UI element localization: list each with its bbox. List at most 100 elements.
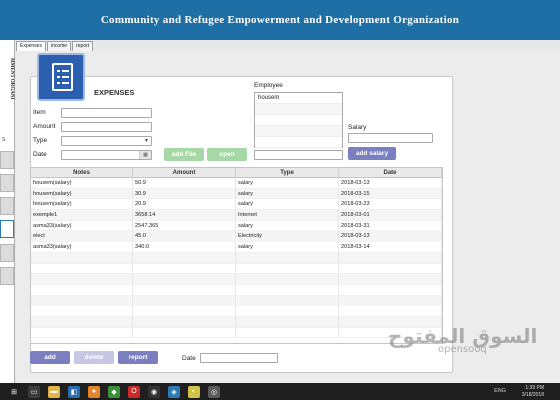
column-header-date[interactable]: Date bbox=[339, 168, 442, 177]
cell-amount bbox=[133, 263, 236, 274]
expenses-table: Notes Amount Type Date housem(salary) 50.… bbox=[30, 167, 443, 344]
table-row[interactable]: asma33(salary) 2547.365 salary 2018-03-31 bbox=[31, 220, 442, 232]
cell-notes bbox=[31, 274, 133, 284]
sidebar-button-6[interactable] bbox=[0, 267, 14, 285]
sidebar-button-3[interactable] bbox=[0, 197, 14, 215]
column-header-amount[interactable]: Amount bbox=[133, 168, 236, 177]
cell-notes bbox=[31, 316, 133, 327]
cell-notes: asma33(salary) bbox=[31, 242, 133, 252]
employee-search-input[interactable] bbox=[254, 150, 343, 160]
table-row[interactable] bbox=[31, 274, 442, 285]
table-row[interactable] bbox=[31, 316, 442, 328]
sidebar-button-4[interactable] bbox=[0, 220, 14, 238]
store-icon[interactable]: ◧ bbox=[68, 385, 80, 398]
table-row[interactable] bbox=[31, 263, 442, 275]
tab-expenses[interactable]: Expenses bbox=[16, 41, 46, 51]
app-icon-dark[interactable]: ◉ bbox=[148, 385, 160, 398]
salary-input[interactable] bbox=[348, 133, 433, 143]
amount-label: Amount bbox=[33, 123, 56, 130]
cell-notes bbox=[31, 263, 133, 274]
app-icon-green[interactable]: ◆ bbox=[108, 385, 120, 398]
cell-type: Internet bbox=[236, 210, 339, 220]
cell-type bbox=[236, 295, 339, 306]
sidebar-button-1[interactable] bbox=[0, 151, 14, 169]
left-sidebar: MMENT ORGANI S bbox=[0, 40, 15, 383]
cell-amount bbox=[133, 327, 236, 338]
add-salary-button[interactable]: add salary bbox=[348, 147, 396, 160]
employee-item[interactable] bbox=[255, 104, 342, 115]
bottom-date-input[interactable] bbox=[200, 353, 278, 363]
table-row[interactable]: elect 45.0 Electricity 2018-03-13 bbox=[31, 231, 442, 243]
start-icon[interactable]: ⊞ bbox=[8, 385, 20, 398]
tab-income[interactable]: income bbox=[46, 41, 72, 51]
column-header-type[interactable]: Type bbox=[236, 168, 339, 177]
cell-date bbox=[339, 306, 442, 316]
cell-notes: housem(salary) bbox=[31, 188, 133, 199]
cell-amount: 3658.14 bbox=[133, 210, 236, 220]
sidebar-button-5[interactable] bbox=[0, 244, 14, 262]
tab-report[interactable]: report bbox=[72, 41, 94, 51]
clock-time: 1:39 PM bbox=[525, 385, 544, 391]
add-button[interactable]: add bbox=[30, 351, 70, 364]
employee-item[interactable]: housem bbox=[255, 93, 342, 104]
cell-type: salary bbox=[236, 178, 339, 188]
cell-type bbox=[236, 252, 339, 263]
cell-type bbox=[236, 263, 339, 274]
watermark: السوق المفتوح opensooq bbox=[388, 324, 537, 355]
employee-item[interactable] bbox=[255, 137, 342, 148]
windows-taskbar: ⊞ ▭ ▬ ◧ ● ◆ O ◉ ◈ ◐ ◎ ENG 1:39 PM 3/18/2… bbox=[0, 383, 560, 400]
delete-button[interactable]: delete bbox=[74, 351, 114, 364]
item-label: Item bbox=[33, 109, 46, 116]
open-button[interactable]: open bbox=[207, 148, 247, 161]
sidebar-button-2[interactable] bbox=[0, 174, 14, 192]
cell-type bbox=[236, 274, 339, 284]
cell-date: 2018-03-23 bbox=[339, 199, 442, 210]
date-label: Date bbox=[33, 151, 47, 158]
taskbar-clock[interactable]: 1:39 PM 3/18/2018 bbox=[522, 385, 544, 398]
employee-list[interactable]: housem bbox=[254, 92, 343, 148]
file-explorer-icon[interactable]: ▬ bbox=[48, 385, 60, 398]
date-picker[interactable]: ▦ bbox=[61, 150, 152, 160]
employee-item[interactable] bbox=[255, 115, 342, 126]
table-row[interactable] bbox=[31, 284, 442, 296]
table-row[interactable]: housem(salary) 50.9 salary 2018-03-13 bbox=[31, 178, 442, 189]
app-title: Community and Refugee Empowerment and De… bbox=[100, 14, 460, 26]
app-icon-blue[interactable]: ◈ bbox=[168, 385, 180, 398]
table-row[interactable] bbox=[31, 252, 442, 264]
cell-type: salary bbox=[236, 188, 339, 199]
type-select[interactable] bbox=[61, 136, 152, 146]
cell-amount bbox=[133, 316, 236, 327]
app-title-bar: Community and Refugee Empowerment and De… bbox=[0, 0, 560, 40]
table-row[interactable] bbox=[31, 295, 442, 307]
cell-date: 2018-03-15 bbox=[339, 188, 442, 199]
task-view-icon[interactable]: ▭ bbox=[28, 385, 40, 398]
table-row[interactable]: exemple1 3658.14 Internet 2018-03-01 bbox=[31, 210, 442, 221]
cell-notes: housem(salary) bbox=[31, 178, 133, 188]
cell-date: 2018-03-01 bbox=[339, 210, 442, 220]
app-icon-grey[interactable]: ◎ bbox=[208, 385, 220, 398]
column-header-notes[interactable]: Notes bbox=[31, 168, 133, 177]
cell-notes: elect bbox=[31, 231, 133, 242]
report-button[interactable]: report bbox=[118, 351, 158, 364]
table-row[interactable]: asma33(salary) 340.0 salary 2018-03-14 bbox=[31, 242, 442, 253]
table-row[interactable]: housem(salary) 20.9 salary 2018-03-23 bbox=[31, 199, 442, 211]
cell-amount bbox=[133, 252, 236, 263]
app-icon-orange[interactable]: ● bbox=[88, 385, 100, 398]
add-file-button[interactable]: add File bbox=[164, 148, 204, 161]
language-indicator[interactable]: ENG bbox=[494, 388, 506, 394]
amount-input[interactable] bbox=[61, 122, 152, 132]
table-row[interactable]: housem(salary) 30.9 salary 2018-03-15 bbox=[31, 188, 442, 200]
cell-amount bbox=[133, 284, 236, 295]
cell-notes bbox=[31, 327, 133, 338]
clock-date: 3/18/2018 bbox=[521, 391, 544, 398]
item-input[interactable] bbox=[61, 108, 152, 118]
table-row[interactable] bbox=[31, 327, 442, 339]
app-icon-yellow[interactable]: ◐ bbox=[188, 385, 200, 398]
table-row[interactable] bbox=[31, 306, 442, 317]
cell-amount bbox=[133, 306, 236, 316]
cell-amount bbox=[133, 274, 236, 284]
employee-item[interactable] bbox=[255, 126, 342, 137]
cell-date: 2018-03-13 bbox=[339, 178, 442, 188]
calendar-icon[interactable]: ▦ bbox=[139, 151, 151, 159]
opera-icon[interactable]: O bbox=[128, 385, 140, 398]
